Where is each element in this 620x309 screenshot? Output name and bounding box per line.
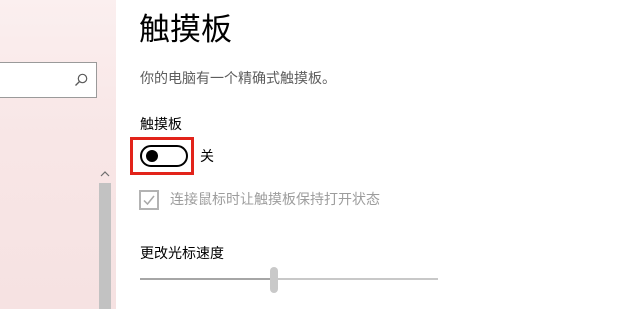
search-input[interactable]	[0, 62, 97, 98]
cursor-speed-slider-fill	[140, 278, 275, 280]
toggle-knob	[146, 150, 158, 162]
scrollbar-thumb[interactable]	[99, 183, 111, 309]
scroll-up-button[interactable]	[98, 165, 112, 181]
cursor-speed-label: 更改光标速度	[140, 246, 224, 262]
search-icon[interactable]	[73, 72, 89, 88]
checkmark-icon	[143, 195, 155, 206]
keep-touchpad-on-label: 连接鼠标时让触摸板保持打开状态	[170, 192, 380, 208]
navigation-pane	[0, 0, 116, 309]
touchpad-toggle-label: 触摸板	[140, 117, 182, 133]
keep-touchpad-on-checkbox[interactable]	[139, 190, 159, 210]
page-title: 触摸板	[139, 12, 232, 48]
chevron-up-icon	[100, 170, 110, 176]
page-description: 你的电脑有一个精确式触摸板。	[140, 71, 336, 87]
settings-window: 触摸板 你的电脑有一个精确式触摸板。 触摸板 关 连接鼠标时让触摸板保持打开状态…	[0, 0, 620, 309]
cursor-speed-slider-thumb[interactable]	[270, 267, 279, 293]
toggle-state-text: 关	[200, 149, 214, 165]
touchpad-toggle[interactable]	[140, 145, 188, 167]
